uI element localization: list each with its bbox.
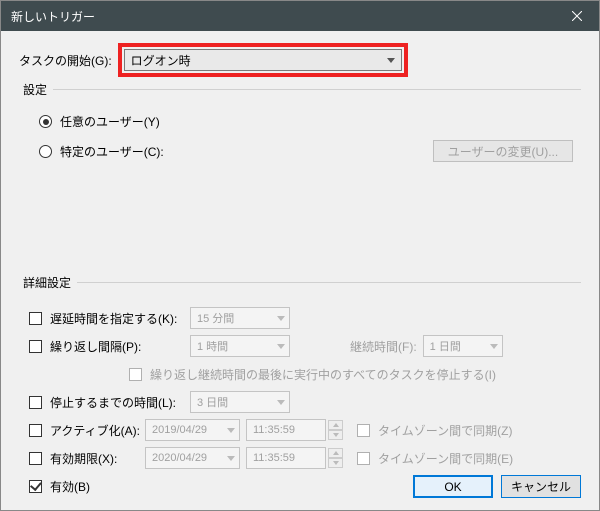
spin-down-icon (328, 458, 343, 468)
delay-checkbox[interactable] (29, 312, 42, 325)
expire-label: 有効期限(X): (50, 450, 145, 467)
stop-after-checkbox[interactable] (29, 396, 42, 409)
expire-date-value: 2020/04/29 (152, 452, 227, 464)
cancel-button-label: キャンセル (511, 478, 571, 495)
activate-label: アクティブ化(A): (50, 422, 145, 439)
window-title: 新しいトリガー (11, 8, 554, 25)
stop-after-label: 停止するまでの時間(L): (50, 394, 190, 411)
activate-time-value: 11:35:59 (253, 424, 321, 436)
tz-sync-z-checkbox (357, 424, 370, 437)
advanced-group-label: 詳細設定 (23, 274, 71, 291)
duration-combo: 1 日間 (423, 335, 503, 357)
tz-sync-z-label: タイムゾーン間で同期(Z) (378, 422, 512, 439)
duration-value: 1 日間 (430, 338, 490, 354)
duration-label: 継続時間(F): (350, 338, 417, 355)
tz-sync-e-label: タイムゾーン間で同期(E) (378, 450, 513, 467)
begin-task-label: タスクの開始(G): (19, 52, 112, 69)
chevron-down-icon (490, 344, 498, 349)
specific-user-label: 特定のユーザー(C): (60, 143, 170, 160)
chevron-down-icon (227, 428, 235, 433)
activate-date-picker: 2019/04/29 (145, 419, 240, 441)
activate-time-spinner (328, 420, 343, 440)
specific-user-radio[interactable] (39, 145, 52, 158)
delay-label: 遅延時間を指定する(K): (50, 310, 190, 327)
titlebar: 新しいトリガー (1, 1, 599, 31)
activate-checkbox[interactable] (29, 424, 42, 437)
change-user-button-label: ユーザーの変更(U)... (448, 143, 558, 160)
delay-combo: 15 分間 (190, 307, 290, 329)
repeat-combo: 1 時間 (190, 335, 290, 357)
expire-date-picker: 2020/04/29 (145, 447, 240, 469)
repeat-checkbox[interactable] (29, 340, 42, 353)
repeat-value: 1 時間 (197, 338, 277, 354)
any-user-radio[interactable] (39, 115, 52, 128)
activate-date-value: 2019/04/29 (152, 424, 227, 436)
chevron-down-icon (277, 344, 285, 349)
dialog-window: 新しいトリガー タスクの開始(G): ログオン時 設定 任意のユー (0, 0, 600, 511)
expire-time-spinner (328, 448, 343, 468)
divider (53, 89, 581, 90)
begin-task-value: ログオン時 (131, 52, 387, 69)
stop-after-combo: 3 日間 (190, 391, 290, 413)
cancel-button[interactable]: キャンセル (501, 475, 581, 498)
expire-time-value: 11:35:59 (253, 452, 321, 464)
enabled-checkbox[interactable] (29, 480, 42, 493)
ok-button[interactable]: OK (413, 475, 493, 498)
chevron-down-icon (387, 58, 395, 63)
settings-group-label: 設定 (23, 81, 47, 98)
chevron-down-icon (277, 400, 285, 405)
expire-time-picker: 11:35:59 (246, 447, 326, 469)
chevron-down-icon (277, 316, 285, 321)
highlight-box: ログオン時 (118, 43, 408, 77)
expire-checkbox[interactable] (29, 452, 42, 465)
activate-time-picker: 11:35:59 (246, 419, 326, 441)
close-icon (572, 11, 582, 21)
divider (77, 282, 581, 283)
spin-down-icon (328, 430, 343, 440)
begin-task-dropdown[interactable]: ログオン時 (124, 49, 402, 71)
enabled-label: 有効(B) (50, 478, 90, 495)
spin-up-icon (328, 420, 343, 430)
repeat-label: 繰り返し間隔(P): (50, 338, 190, 355)
stop-all-label: 繰り返し継続時間の最後に実行中のすべてのタスクを停止する(I) (150, 366, 496, 383)
tz-sync-e-checkbox (357, 452, 370, 465)
any-user-label: 任意のユーザー(Y) (60, 113, 160, 130)
stop-after-value: 3 日間 (197, 394, 277, 410)
delay-value: 15 分間 (197, 310, 277, 326)
change-user-button: ユーザーの変更(U)... (433, 140, 573, 162)
stop-all-checkbox (129, 368, 142, 381)
spin-up-icon (328, 448, 343, 458)
ok-button-label: OK (444, 480, 461, 494)
chevron-down-icon (227, 456, 235, 461)
close-button[interactable] (554, 1, 599, 31)
